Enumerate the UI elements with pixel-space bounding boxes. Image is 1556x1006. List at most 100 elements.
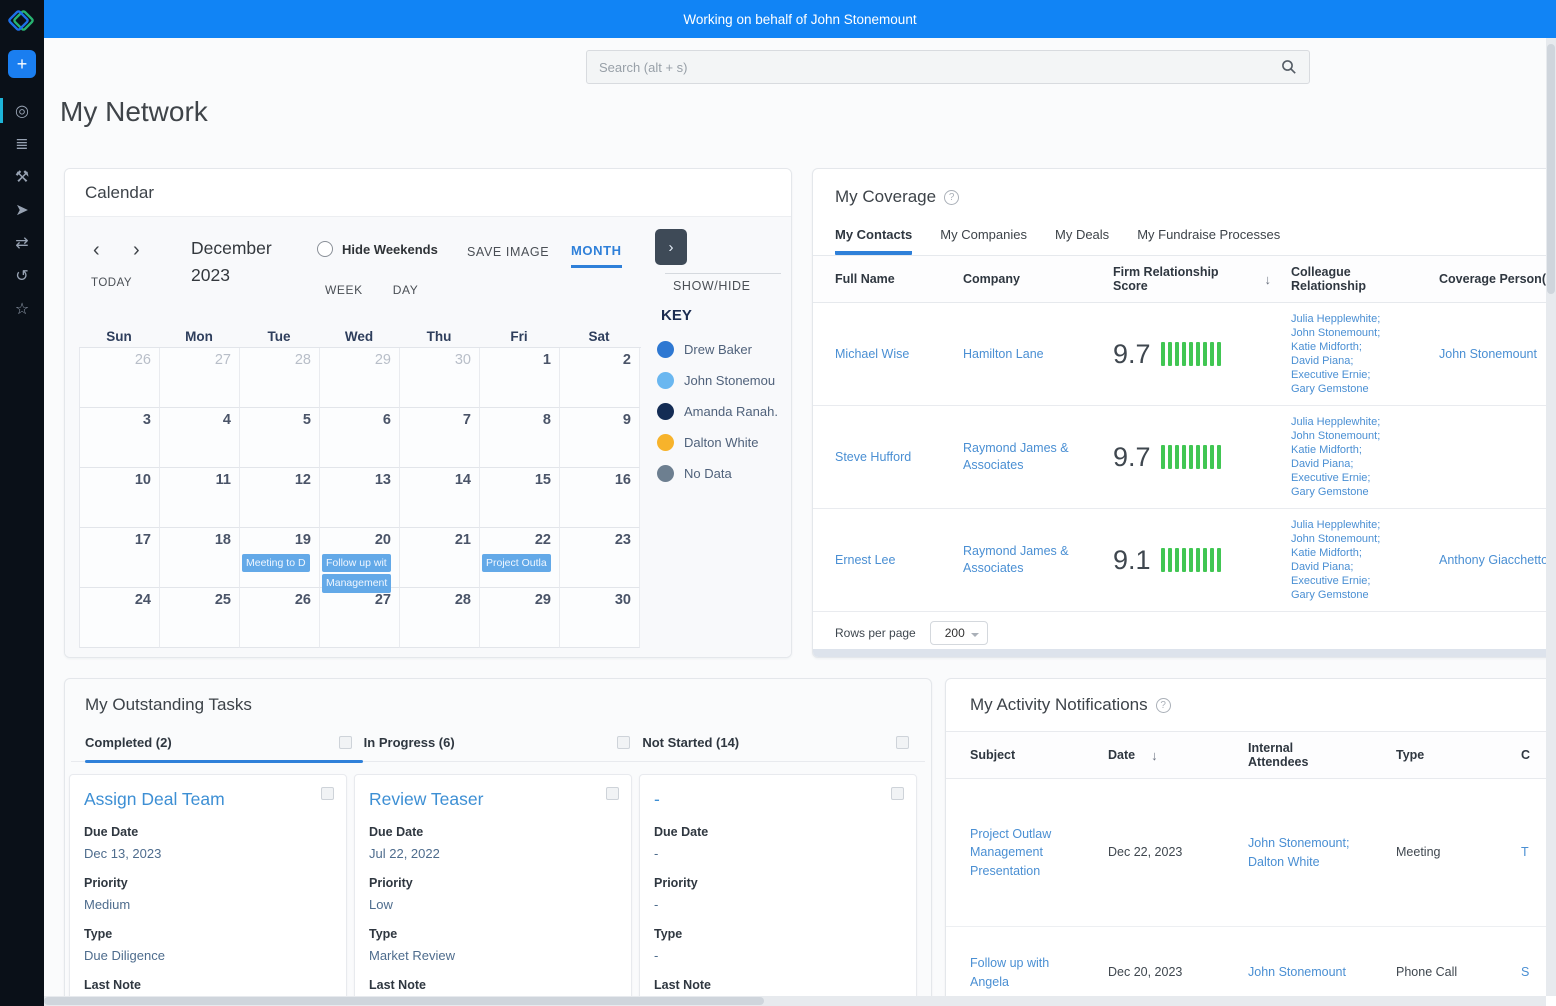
- wrench-icon[interactable]: ⚒: [0, 160, 44, 193]
- calendar-day-cell[interactable]: 2: [560, 348, 640, 408]
- compass-icon[interactable]: ◎: [0, 94, 44, 127]
- colleague-link[interactable]: Katie Midforth;: [1291, 546, 1419, 560]
- app-logo-icon[interactable]: [0, 0, 44, 42]
- calendar-day-cell[interactable]: 28: [240, 348, 320, 408]
- calendar-day-cell[interactable]: 15: [480, 468, 560, 528]
- calendar-day-cell[interactable]: 8: [480, 408, 560, 468]
- calendar-event[interactable]: Follow up wit: [322, 554, 391, 572]
- calendar-day-cell[interactable]: 18: [160, 528, 240, 588]
- calendar-day-cell[interactable]: 27: [320, 588, 400, 648]
- column-header-company[interactable]: Company: [953, 256, 1103, 302]
- calendar-day-cell[interactable]: 17: [80, 528, 160, 588]
- colleague-link[interactable]: Executive Ernie;: [1291, 368, 1419, 382]
- add-icon[interactable]: +: [8, 50, 36, 78]
- scrollbar-thumb[interactable]: [44, 997, 764, 1005]
- link-icon[interactable]: ⇄: [0, 226, 44, 259]
- tab-my-fundraise-processes[interactable]: My Fundraise Processes: [1137, 227, 1280, 255]
- calendar-day-cell[interactable]: 3: [80, 408, 160, 468]
- column-header-firm-relationship-score[interactable]: Firm Relationship Score↓: [1103, 256, 1281, 302]
- column-header-subject[interactable]: Subject: [946, 732, 1098, 778]
- task-title-link[interactable]: Review Teaser: [369, 789, 617, 810]
- rows-per-page-select[interactable]: 200: [930, 621, 988, 645]
- clipped-link[interactable]: S: [1521, 965, 1529, 979]
- contact-link[interactable]: Michael Wise: [835, 347, 909, 361]
- colleague-link[interactable]: Julia Hepplewhite;: [1291, 312, 1419, 326]
- company-link[interactable]: Hamilton Lane: [963, 347, 1044, 361]
- activity-info-icon[interactable]: ?: [1156, 698, 1171, 713]
- contact-link[interactable]: Steve Hufford: [835, 450, 911, 464]
- attendee-link[interactable]: John Stonemount;: [1248, 834, 1376, 852]
- save-image-button[interactable]: SAVE IMAGE: [467, 245, 549, 259]
- calendar-day-cell[interactable]: 1: [480, 348, 560, 408]
- calendar-day-cell[interactable]: 29: [320, 348, 400, 408]
- task-title-link[interactable]: Assign Deal Team: [84, 789, 332, 810]
- task-checkbox[interactable]: [606, 787, 619, 800]
- calendar-day-cell[interactable]: 25: [160, 588, 240, 648]
- calendar-prev-icon[interactable]: ‹: [93, 239, 100, 262]
- task-title-link[interactable]: -: [654, 789, 902, 810]
- colleague-link[interactable]: Julia Hepplewhite;: [1291, 518, 1419, 532]
- tab-my-contacts[interactable]: My Contacts: [835, 227, 912, 255]
- column-header-coverage-person-s[interactable]: Coverage Person(s): [1429, 256, 1556, 302]
- column-header-date[interactable]: Date↓: [1098, 732, 1238, 778]
- calendar-day-cell[interactable]: 20Follow up witManagement: [320, 528, 400, 588]
- month-view-button[interactable]: MONTH: [571, 243, 622, 268]
- colleague-link[interactable]: Katie Midforth;: [1291, 443, 1419, 457]
- attendee-link[interactable]: Dalton White: [1248, 853, 1376, 871]
- task-checkbox[interactable]: [321, 787, 334, 800]
- colleague-link[interactable]: Julia Hepplewhite;: [1291, 415, 1419, 429]
- calendar-day-cell[interactable]: 21: [400, 528, 480, 588]
- company-link[interactable]: Raymond James & Associates: [963, 544, 1069, 575]
- day-view-button[interactable]: DAY: [393, 283, 419, 297]
- calendar-day-cell[interactable]: 4: [160, 408, 240, 468]
- calendar-day-cell[interactable]: 24: [80, 588, 160, 648]
- column-select-checkbox[interactable]: [896, 736, 909, 749]
- contact-link[interactable]: Ernest Lee: [835, 553, 895, 567]
- column-header-full-name[interactable]: Full Name: [813, 256, 953, 302]
- scrollbar-thumb[interactable]: [1547, 44, 1555, 294]
- calendar-day-cell[interactable]: 19Meeting to D: [240, 528, 320, 588]
- colleague-link[interactable]: Gary Gemstone: [1291, 588, 1419, 602]
- coverage-info-icon[interactable]: ?: [944, 190, 959, 205]
- calendar-day-cell[interactable]: 30: [400, 348, 480, 408]
- colleague-link[interactable]: Executive Ernie;: [1291, 471, 1419, 485]
- column-select-checkbox[interactable]: [617, 736, 630, 749]
- colleague-link[interactable]: Gary Gemstone: [1291, 382, 1419, 396]
- week-view-button[interactable]: WEEK: [325, 283, 363, 297]
- colleague-link[interactable]: John Stonemount;: [1291, 532, 1419, 546]
- list-icon[interactable]: ≣: [0, 127, 44, 160]
- calendar-day-cell[interactable]: 14: [400, 468, 480, 528]
- sort-desc-icon[interactable]: ↓: [1151, 748, 1158, 763]
- column-header-colleague-relationship[interactable]: Colleague Relationship: [1281, 256, 1429, 302]
- colleague-link[interactable]: David Piana;: [1291, 457, 1419, 471]
- clipped-link[interactable]: T: [1521, 845, 1529, 859]
- column-header-internal-attendees[interactable]: Internal Attendees: [1238, 732, 1386, 778]
- history-icon[interactable]: ↺: [0, 259, 44, 292]
- coverage-horizontal-scrollbar[interactable]: [813, 649, 1556, 657]
- calendar-event[interactable]: Meeting to D: [242, 554, 310, 572]
- calendar-day-cell[interactable]: 23: [560, 528, 640, 588]
- tab-my-companies[interactable]: My Companies: [940, 227, 1027, 255]
- colleague-link[interactable]: Gary Gemstone: [1291, 485, 1419, 499]
- search-input[interactable]: [599, 60, 1281, 75]
- calendar-day-cell[interactable]: 22Project Outla: [480, 528, 560, 588]
- calendar-day-cell[interactable]: 16: [560, 468, 640, 528]
- activity-subject-link[interactable]: Project Outlaw Management Presentation: [970, 827, 1051, 877]
- colleague-link[interactable]: John Stonemount;: [1291, 429, 1419, 443]
- search-icon[interactable]: [1281, 59, 1297, 75]
- hide-weekends-radio[interactable]: [317, 241, 333, 257]
- calendar-day-cell[interactable]: 10: [80, 468, 160, 528]
- activity-subject-link[interactable]: Follow up with Angela: [970, 956, 1049, 988]
- calendar-day-cell[interactable]: 6: [320, 408, 400, 468]
- calendar-day-cell[interactable]: 7: [400, 408, 480, 468]
- coverage-person-link[interactable]: John Stonemount: [1439, 347, 1537, 361]
- calendar-day-cell[interactable]: 26: [80, 348, 160, 408]
- today-button[interactable]: TODAY: [91, 277, 132, 289]
- calendar-event[interactable]: Management: [322, 574, 391, 592]
- show-hide-label[interactable]: SHOW/HIDE: [673, 279, 751, 293]
- send-icon[interactable]: ➤: [0, 193, 44, 226]
- colleague-link[interactable]: David Piana;: [1291, 354, 1419, 368]
- calendar-event[interactable]: Project Outla: [482, 554, 551, 572]
- colleague-link[interactable]: Executive Ernie;: [1291, 574, 1419, 588]
- horizontal-scrollbar[interactable]: [44, 996, 1546, 1006]
